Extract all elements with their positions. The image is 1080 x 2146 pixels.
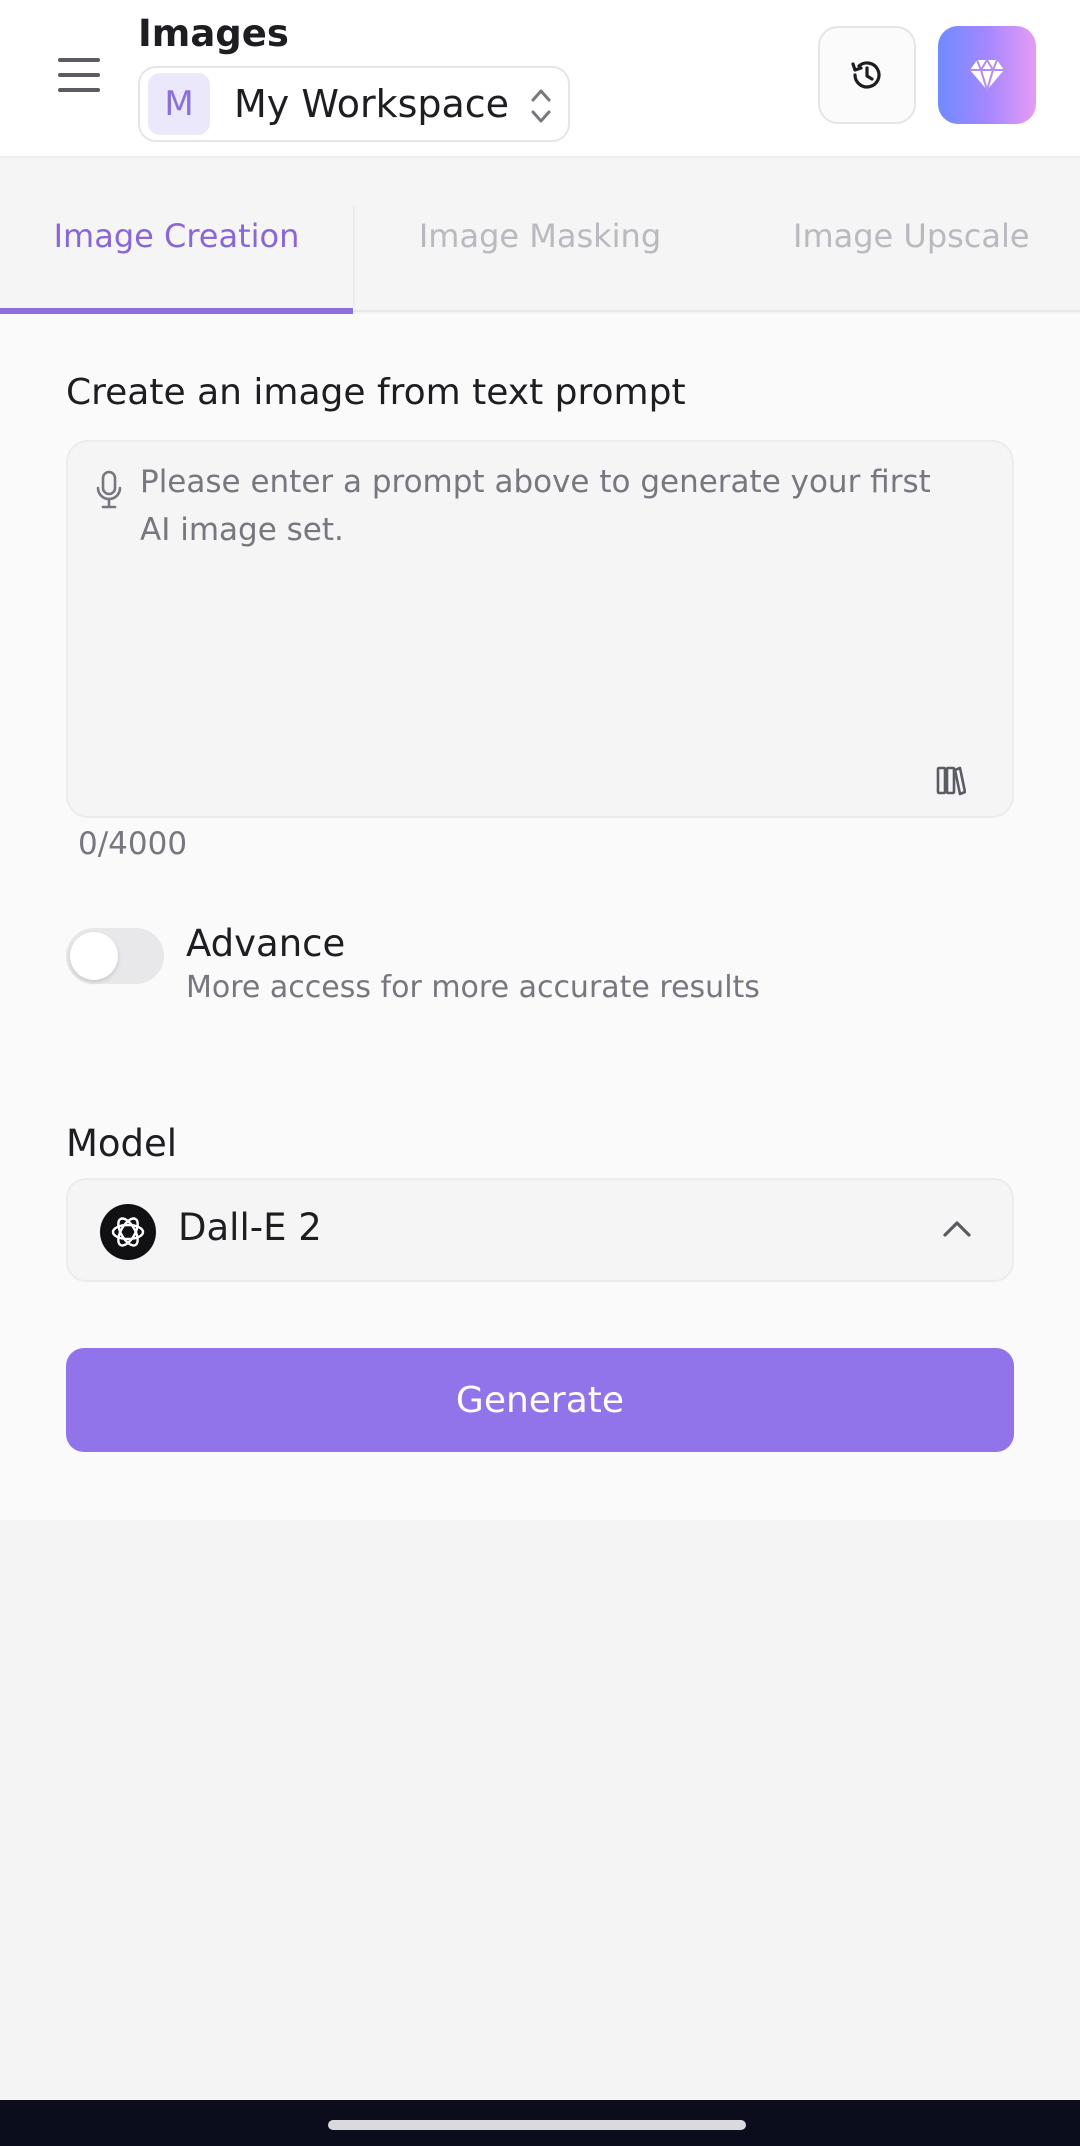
- tab-image-masking[interactable]: Image Masking: [355, 160, 725, 312]
- prompt-input[interactable]: Please enter a prompt above to generate …: [66, 440, 1014, 818]
- character-counter: 0/4000: [78, 826, 188, 862]
- images-page: Images M My Workspace Image Creation Ima…: [0, 0, 1080, 2146]
- home-gesture-handle[interactable]: [328, 2120, 746, 2130]
- generate-button[interactable]: Generate: [66, 1348, 1014, 1452]
- advance-toggle[interactable]: [66, 928, 164, 984]
- image-creation-panel: Create an image from text prompt Please …: [0, 314, 1080, 1520]
- history-icon: [851, 61, 881, 89]
- workspace-selector[interactable]: M My Workspace: [138, 66, 570, 142]
- section-title: Create an image from text prompt: [66, 372, 686, 413]
- model-dropdown[interactable]: Dall-E 2: [66, 1178, 1014, 1282]
- workspace-name: My Workspace: [234, 82, 510, 126]
- model-label: Model: [66, 1122, 178, 1165]
- openai-logo-icon: [100, 1204, 156, 1260]
- advance-label: Advance: [186, 922, 346, 965]
- diamond-icon: [970, 58, 1004, 93]
- history-button[interactable]: [818, 26, 916, 124]
- selected-model: Dall-E 2: [178, 1206, 322, 1249]
- system-navigation-bar: [0, 2100, 1080, 2146]
- chevron-up-down-icon: [531, 89, 551, 123]
- image-mode-tabs: Image Creation Image Masking Image Upsca…: [0, 160, 1080, 314]
- page-title: Images: [138, 12, 289, 55]
- premium-button[interactable]: [938, 26, 1036, 124]
- workspace-avatar: M: [148, 73, 210, 135]
- hamburger-menu-icon[interactable]: [52, 52, 106, 98]
- chevron-up-icon: [943, 1221, 971, 1237]
- tab-image-creation[interactable]: Image Creation: [0, 160, 353, 314]
- toggle-knob: [70, 932, 118, 980]
- microphone-icon[interactable]: [94, 468, 124, 512]
- app-header: Images M My Workspace: [0, 0, 1080, 158]
- advance-description: More access for more accurate results: [186, 970, 760, 1005]
- prompt-placeholder: Please enter a prompt above to generate …: [140, 464, 931, 548]
- prompt-library-icon[interactable]: [936, 764, 966, 796]
- tab-image-upscale[interactable]: Image Upscale: [725, 160, 1080, 312]
